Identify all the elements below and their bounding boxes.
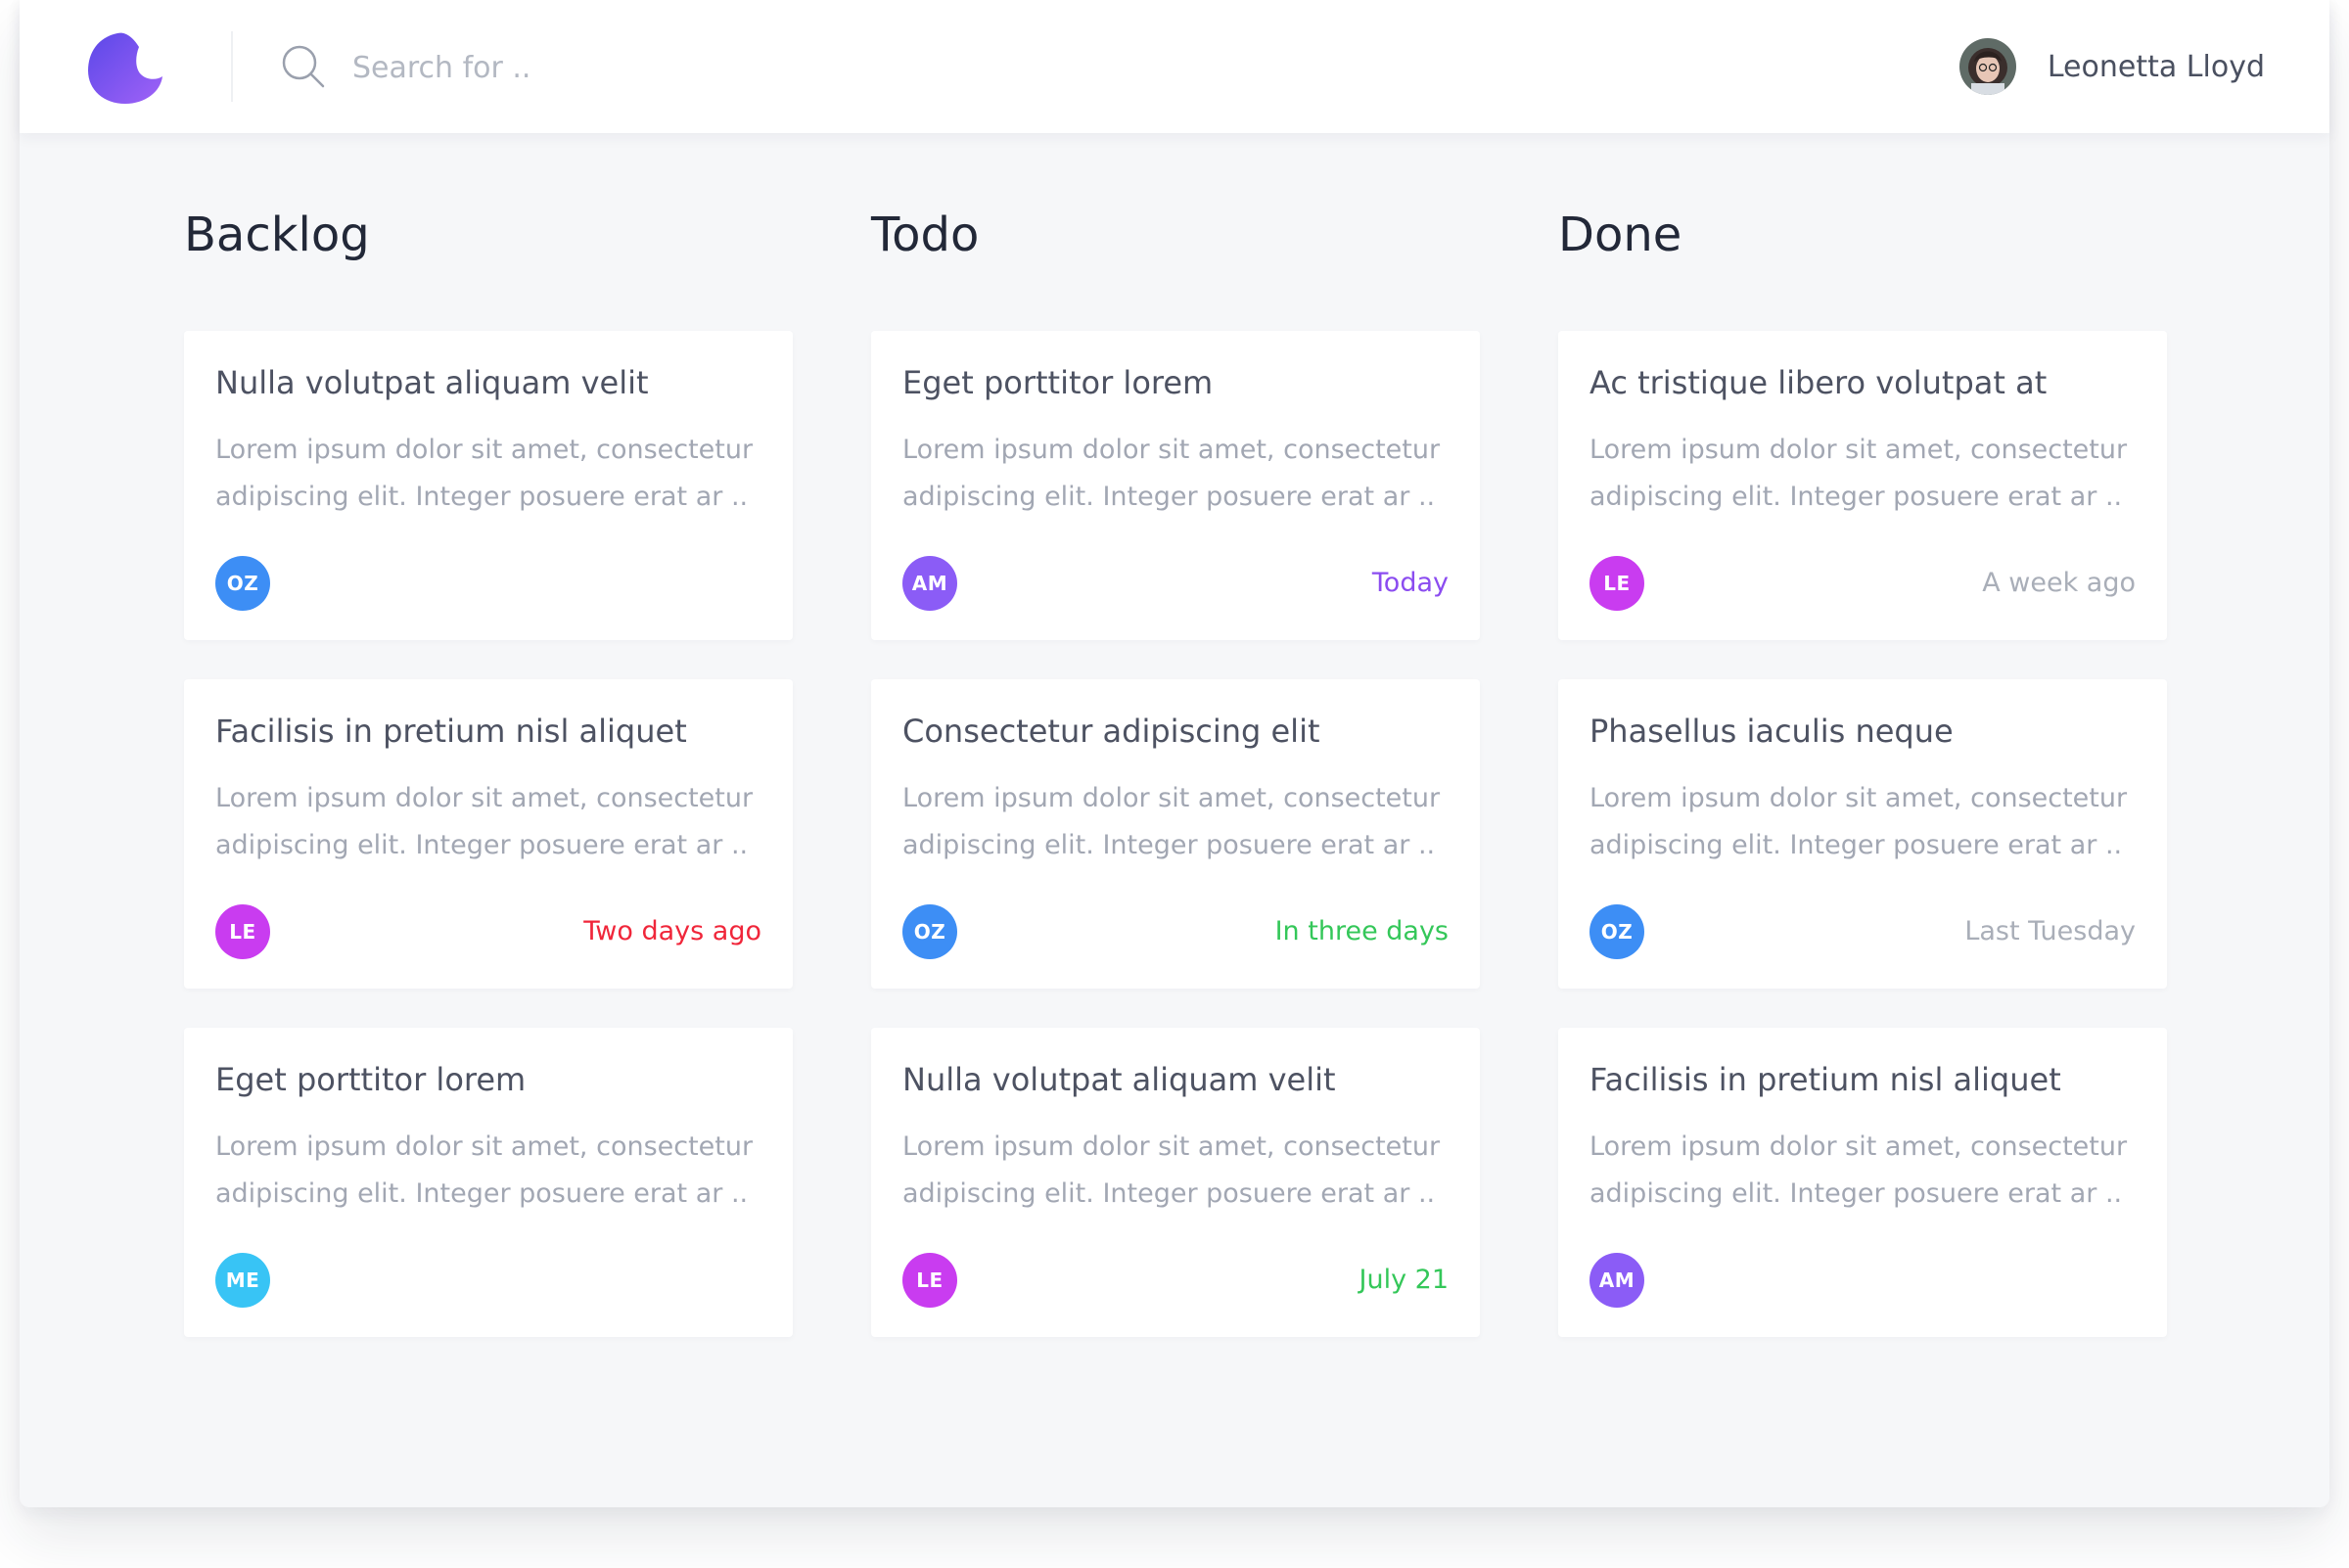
top-bar: Leonetta Lloyd	[20, 0, 2329, 133]
app-logo-icon[interactable]	[88, 31, 162, 104]
assignee-avatar[interactable]: ME	[215, 1253, 270, 1308]
user-avatar[interactable]	[1958, 38, 2016, 95]
task-card[interactable]: Nulla volutpat aliquam velit Lorem ipsum…	[871, 1028, 1480, 1337]
header-divider	[231, 31, 233, 102]
card-title: Ac tristique libero volutpat at	[1589, 364, 2048, 401]
assignee-avatar[interactable]: LE	[902, 1253, 957, 1308]
app-window: Leonetta Lloyd Backlog Nulla volutpat al…	[20, 0, 2329, 1507]
card-title: Eget porttitor lorem	[215, 1061, 527, 1098]
assignee-avatar[interactable]: OZ	[902, 904, 957, 959]
card-description: Lorem ipsum dolor sit amet, consectetur …	[902, 1131, 1441, 1209]
card-description: Lorem ipsum dolor sit amet, consectetur …	[902, 783, 1441, 860]
assignee-avatar[interactable]: LE	[215, 904, 270, 959]
card-title: Phasellus iaculis neque	[1589, 713, 1954, 750]
due-date: July 21	[1359, 1265, 1450, 1295]
card-title: Facilisis in pretium nisl aliquet	[215, 713, 687, 750]
task-card[interactable]: Ac tristique libero volutpat at Lorem ip…	[1558, 331, 2167, 640]
task-card[interactable]: Nulla volutpat aliquam velit Lorem ipsum…	[184, 331, 793, 640]
column-title: Backlog	[184, 208, 370, 262]
card-title: Eget porttitor lorem	[902, 364, 1214, 401]
search-input[interactable]	[352, 41, 940, 94]
due-date: Two days ago	[583, 916, 761, 946]
task-card[interactable]: Consectetur adipiscing elit Lorem ipsum …	[871, 679, 1480, 989]
card-description: Lorem ipsum dolor sit amet, consectetur …	[1589, 1131, 2128, 1209]
card-description: Lorem ipsum dolor sit amet, consectetur …	[1589, 435, 2128, 512]
card-list: Ac tristique libero volutpat at Lorem ip…	[1558, 331, 2167, 1337]
card-title: Facilisis in pretium nisl aliquet	[1589, 1061, 2061, 1098]
column-todo: Todo Eget porttitor lorem Lorem ipsum do…	[871, 202, 1480, 1376]
assignee-avatar[interactable]: AM	[902, 556, 957, 611]
card-list: Eget porttitor lorem Lorem ipsum dolor s…	[871, 331, 1480, 1337]
column-title: Done	[1558, 208, 1682, 262]
card-title: Nulla volutpat aliquam velit	[215, 364, 649, 401]
task-card[interactable]: Eget porttitor lorem Lorem ipsum dolor s…	[184, 1028, 793, 1337]
card-description: Lorem ipsum dolor sit amet, consectetur …	[1589, 783, 2128, 860]
task-card[interactable]: Facilisis in pretium nisl aliquet Lorem …	[1558, 1028, 2167, 1337]
due-date: Last Tuesday	[1964, 916, 2136, 946]
card-description: Lorem ipsum dolor sit amet, consectetur …	[215, 783, 754, 860]
column-done: Done Ac tristique libero volutpat at Lor…	[1558, 202, 2167, 1376]
due-date: In three days	[1274, 916, 1449, 946]
search-icon[interactable]	[280, 43, 327, 90]
kanban-board: Backlog Nulla volutpat aliquam velit Lor…	[184, 202, 2200, 1337]
card-list: Nulla volutpat aliquam velit Lorem ipsum…	[184, 331, 793, 1337]
assignee-avatar[interactable]: LE	[1589, 556, 1644, 611]
assignee-avatar[interactable]: OZ	[215, 556, 270, 611]
user-name[interactable]: Leonetta Lloyd	[2048, 50, 2265, 84]
task-card[interactable]: Phasellus iaculis neque Lorem ipsum dolo…	[1558, 679, 2167, 989]
card-title: Consectetur adipiscing elit	[902, 713, 1320, 750]
assignee-avatar[interactable]: AM	[1589, 1253, 1644, 1308]
due-date: Today	[1371, 568, 1449, 598]
card-title: Nulla volutpat aliquam velit	[902, 1061, 1336, 1098]
column-title: Todo	[871, 208, 980, 262]
card-description: Lorem ipsum dolor sit amet, consectetur …	[902, 435, 1441, 512]
assignee-avatar[interactable]: OZ	[1589, 904, 1644, 959]
card-description: Lorem ipsum dolor sit amet, consectetur …	[215, 1131, 754, 1209]
user-menu[interactable]: Leonetta Lloyd	[1958, 37, 2265, 96]
due-date: A week ago	[1982, 568, 2136, 598]
card-description: Lorem ipsum dolor sit amet, consectetur …	[215, 435, 754, 512]
task-card[interactable]: Eget porttitor lorem Lorem ipsum dolor s…	[871, 331, 1480, 640]
column-backlog: Backlog Nulla volutpat aliquam velit Lor…	[184, 202, 793, 1376]
task-card[interactable]: Facilisis in pretium nisl aliquet Lorem …	[184, 679, 793, 989]
